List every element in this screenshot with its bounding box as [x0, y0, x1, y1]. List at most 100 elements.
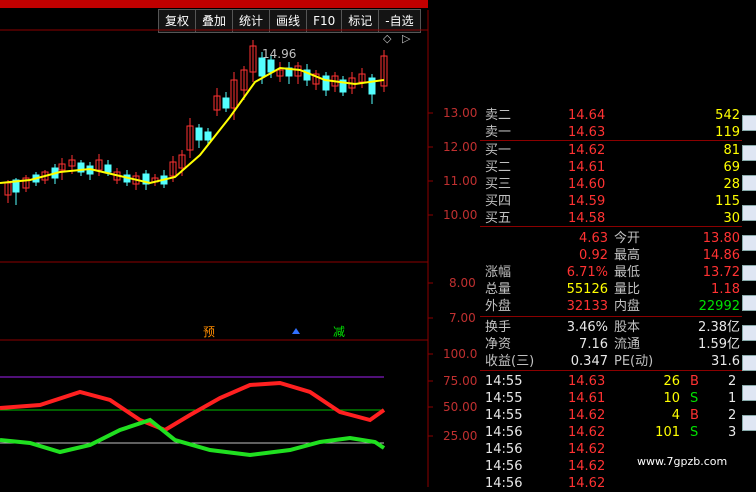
- ask-price: 14.64: [568, 108, 606, 123]
- tick-count: 3: [728, 425, 737, 440]
- tick-time: 14:55: [485, 374, 523, 389]
- side-tool-icon[interactable]: [742, 325, 756, 341]
- side-tool-icon[interactable]: [742, 205, 756, 221]
- axis-tick-label: 11.00: [443, 174, 477, 188]
- tick-volume: 26: [663, 374, 680, 389]
- axis-tick-label: 10.00: [443, 208, 477, 222]
- tick-volume: 10: [663, 391, 680, 406]
- side-tool-icon[interactable]: [742, 415, 756, 431]
- tick-price: 14.62: [568, 425, 606, 440]
- ask-volume: 542: [715, 108, 740, 123]
- panel-divider: [480, 316, 742, 317]
- oscillator-green-line: [0, 417, 386, 458]
- bid-price: 14.61: [568, 160, 606, 175]
- tick-price: 14.61: [568, 391, 606, 406]
- bid-price: 14.58: [568, 211, 606, 226]
- candle-body: [104, 164, 112, 173]
- right-arrow-icon[interactable]: ▷: [402, 32, 410, 45]
- quote-value: 32133: [566, 299, 608, 314]
- axis-tick-label: 7.00: [449, 311, 476, 325]
- tick-volume: 101: [655, 425, 680, 440]
- axis-tick-label: 12.00: [443, 140, 477, 154]
- tick-count: 2: [728, 408, 737, 423]
- quote-label: 外盘: [485, 299, 512, 314]
- signal-arrow-icon: [292, 328, 300, 334]
- tick-time: 14:56: [485, 476, 523, 491]
- axis-tick-label: 25.00: [443, 429, 477, 443]
- tick-volume: [640, 476, 680, 492]
- tick-side: B: [690, 374, 699, 389]
- panel-divider: [480, 370, 742, 371]
- bid-volume: 69: [723, 160, 740, 175]
- tick-price: 14.62: [568, 459, 606, 474]
- bid-level-label: 买三: [485, 177, 512, 192]
- quote-value: 22992: [698, 299, 740, 314]
- quote-value: 1.18: [711, 282, 740, 297]
- tick-count: 1: [728, 391, 737, 406]
- ask-level-label: 卖一: [485, 125, 512, 140]
- tick-volume: 4: [671, 408, 680, 423]
- bid-volume: 30: [723, 211, 740, 226]
- side-tool-icon[interactable]: [742, 175, 756, 191]
- quote-value: 13.80: [702, 231, 740, 246]
- quote-label: 换手: [485, 320, 512, 335]
- high-price-label: 14.96: [262, 47, 296, 61]
- side-tool-icon[interactable]: [742, 355, 756, 371]
- quote-label: 量比: [614, 282, 641, 297]
- quote-label: 收益(三): [485, 354, 535, 369]
- oscillator-red-line: [0, 380, 386, 433]
- quote-value: 1.59亿: [698, 337, 740, 352]
- tick-side: S: [690, 391, 699, 406]
- bid-level-label: 买二: [485, 160, 512, 175]
- bid-price: 14.59: [568, 194, 606, 209]
- quote-value: 0.347: [570, 354, 608, 369]
- quote-label: 股本: [614, 320, 641, 335]
- quote-value: 55126: [566, 282, 608, 297]
- bid-volume: 28: [723, 177, 740, 192]
- quote-label: 流通: [614, 337, 641, 352]
- side-tool-icon[interactable]: [742, 265, 756, 281]
- tick-time: 14:55: [485, 391, 523, 406]
- panel-divider: [480, 226, 742, 227]
- quote-label: 内盘: [614, 299, 641, 314]
- panel-divider: [480, 140, 742, 141]
- ask-volume: 119: [715, 125, 740, 140]
- quote-value: 2.38亿: [698, 320, 740, 335]
- quote-value: 13.72: [702, 265, 740, 280]
- quote-label: 今开: [614, 231, 641, 246]
- signal-marker-pre: 预: [203, 325, 215, 339]
- bid-price: 14.60: [568, 177, 606, 192]
- bid-price: 14.62: [568, 143, 606, 158]
- candle-body: [322, 75, 330, 91]
- axis-tick-label: 50.00: [443, 400, 477, 414]
- quote-label: 总量: [485, 282, 512, 297]
- side-tool-icon[interactable]: [742, 145, 756, 161]
- tick-count: 2: [728, 374, 737, 389]
- ask-level-label: 卖二: [485, 108, 512, 123]
- side-tool-icon[interactable]: [742, 235, 756, 251]
- bid-level-label: 买五: [485, 211, 512, 226]
- bid-volume: 115: [715, 194, 740, 209]
- side-tool-icon[interactable]: [742, 385, 756, 401]
- candle-body: [222, 97, 230, 109]
- candle-body: [267, 59, 275, 73]
- bid-volume: 81: [723, 143, 740, 158]
- zoom-diamond-icon[interactable]: ◇: [383, 32, 391, 45]
- bid-level-label: 买一: [485, 143, 512, 158]
- tick-price: 14.63: [568, 374, 606, 389]
- tick-time: 14:56: [485, 425, 523, 440]
- tick-price: 14.62: [568, 476, 606, 491]
- signal-marker-reduce: 减: [333, 325, 345, 339]
- side-tool-icon[interactable]: [742, 115, 756, 131]
- quote-label: 净资: [485, 337, 512, 352]
- quote-value: 31.6: [711, 354, 740, 369]
- tick-time: 14:56: [485, 459, 523, 474]
- quote-value: 14.86: [702, 248, 740, 263]
- side-tool-icon[interactable]: [742, 295, 756, 311]
- candle-body: [204, 131, 212, 141]
- quote-value: 0.92: [579, 248, 608, 263]
- axis-tick-label: 8.00: [449, 276, 476, 290]
- quote-value: 4.63: [579, 231, 608, 246]
- watermark: www.7gpzb.com: [637, 455, 728, 468]
- ask-price: 14.63: [568, 125, 606, 140]
